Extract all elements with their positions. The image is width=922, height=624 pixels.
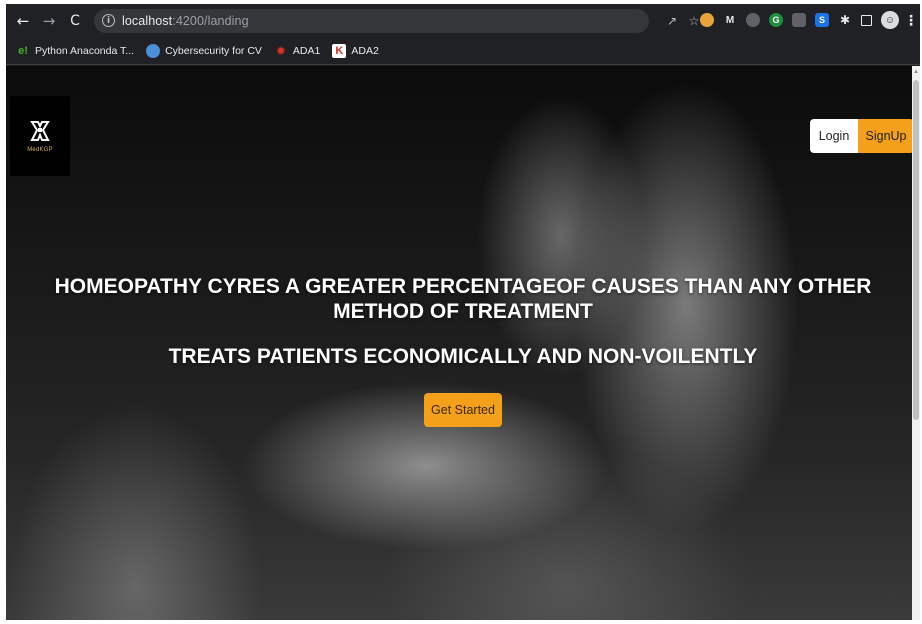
reload-icon[interactable]: C	[64, 10, 86, 32]
logo-text: MedKGP	[27, 147, 53, 153]
scroll-thumb[interactable]	[913, 80, 919, 420]
puzzle-extensions-icon[interactable]: ✱	[838, 13, 852, 27]
bookmarks-bar: e! Python Anaconda T... Cybersecurity fo…	[6, 37, 920, 65]
back-arrow-icon[interactable]: ←	[12, 10, 34, 32]
auth-buttons: Login SignUp	[810, 119, 914, 153]
gmail-extension-icon[interactable]: M	[723, 13, 737, 27]
cookie-extension-icon[interactable]	[700, 13, 714, 27]
address-bar[interactable]: i localhost:4200/landing	[94, 8, 649, 33]
site-logo[interactable]: MedKGP	[10, 96, 70, 176]
bookmark-ada1[interactable]: ✹ ADA1	[274, 44, 320, 58]
tab-extension-icon[interactable]	[792, 13, 806, 27]
url-path: :4200/landing	[172, 13, 249, 28]
signup-button[interactable]: SignUp	[858, 119, 914, 153]
bookmark-cybersecurity[interactable]: Cybersecurity for CV	[146, 43, 262, 58]
side-panel-icon[interactable]	[861, 14, 872, 26]
landing-page: MedKGP Login SignUp HOMEOPATHY CYRES A G…	[6, 66, 920, 620]
bookmark-label: ADA2	[351, 44, 379, 57]
extensions-bar: M G S ✱ ☺ ⋮	[700, 9, 918, 31]
gear-icon: ✹	[275, 43, 286, 58]
login-button[interactable]: Login	[810, 119, 858, 153]
url-text[interactable]: localhost:4200/landing	[122, 14, 249, 28]
bookmark-label: Python Anaconda T...	[35, 44, 135, 57]
s-extension-icon[interactable]: S	[815, 13, 829, 27]
globe-icon	[146, 43, 161, 58]
grammarly-extension-icon[interactable]: G	[769, 13, 783, 27]
hero-headline: HOMEOPATHY CYRES A GREATER PERCENTAGEOF …	[54, 275, 872, 323]
profile-avatar-icon[interactable]: ☺	[881, 11, 899, 29]
browser-window: ← → C i localhost:4200/landing ↗ ☆ M G S…	[6, 4, 920, 620]
site-info-icon[interactable]: i	[102, 14, 115, 27]
anaconda-icon: e!	[18, 44, 28, 57]
medkgp-logo-icon	[30, 121, 50, 141]
bookmark-label: Cybersecurity for CV	[165, 44, 262, 57]
bookmark-python-anaconda[interactable]: e! Python Anaconda T...	[16, 44, 134, 58]
get-started-button[interactable]: Get Started	[424, 393, 502, 427]
k-logo-icon: K	[332, 43, 347, 58]
url-host: localhost	[122, 13, 173, 28]
bookmark-star-icon[interactable]: ☆	[687, 14, 701, 28]
share-icon[interactable]: ↗	[665, 14, 679, 28]
browser-toolbar: ← → C i localhost:4200/landing ↗ ☆ M G S…	[6, 4, 920, 37]
bookmark-label: ADA1	[292, 44, 321, 57]
hero-subheadline: TREATS PATIENTS ECONOMICALLY AND NON-VOI…	[168, 345, 758, 368]
scroll-up-arrow-icon[interactable]: ▲	[913, 68, 919, 76]
rocket-extension-icon[interactable]	[746, 13, 760, 27]
page-scrollbar[interactable]: ▲	[912, 66, 920, 620]
hero-section: HOMEOPATHY CYRES A GREATER PERCENTAGEOF …	[6, 274, 920, 369]
forward-arrow-icon[interactable]: →	[38, 10, 60, 32]
kebab-menu-icon[interactable]: ⋮	[904, 12, 918, 28]
bookmark-ada2[interactable]: K ADA2	[332, 43, 379, 58]
